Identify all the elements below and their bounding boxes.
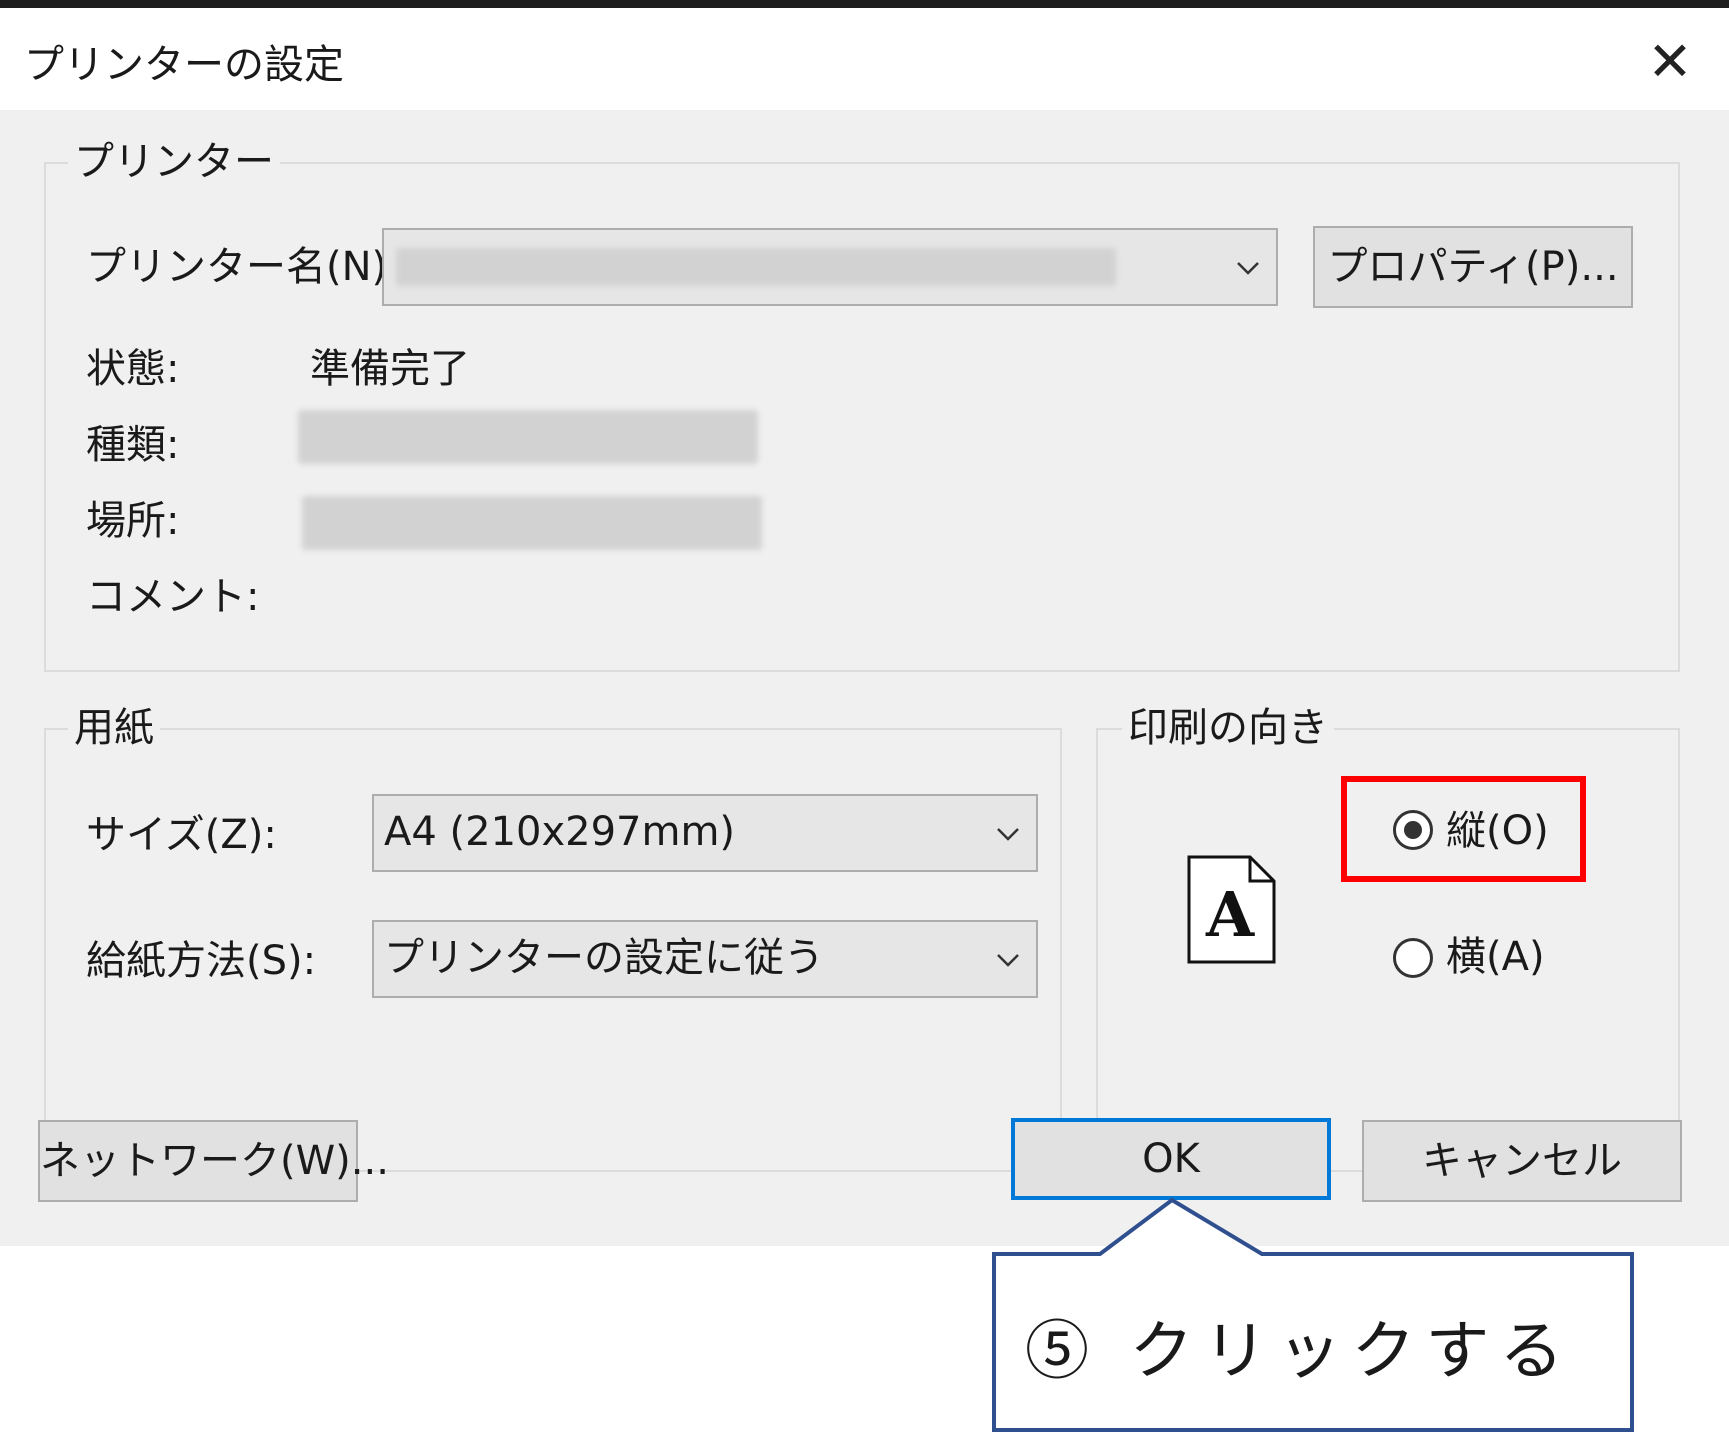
top-border xyxy=(0,0,1729,8)
chevron-down-icon xyxy=(1237,262,1259,275)
network-button[interactable]: ネットワーク(W)... xyxy=(38,1120,389,1202)
printer-group-legend: プリンター xyxy=(68,138,280,186)
type-value-redacted xyxy=(298,410,758,464)
landscape-radio[interactable] xyxy=(1393,938,1433,978)
status-value: 準備完了 xyxy=(310,346,470,392)
close-icon[interactable]: ✕ xyxy=(1630,26,1710,98)
status-label: 状態: xyxy=(86,346,180,392)
printer-name-select[interactable] xyxy=(382,228,1278,306)
paper-source-select[interactable]: プリンターの設定に従う xyxy=(372,920,1038,998)
chevron-down-icon xyxy=(997,828,1019,841)
type-label: 種類: xyxy=(86,422,180,468)
highlight-box xyxy=(1341,776,1586,882)
chevron-down-icon xyxy=(997,954,1019,967)
page-icon-letter: A xyxy=(1205,878,1255,951)
portrait-page-icon: A xyxy=(1187,855,1276,964)
title-bar: プリンターの設定 ✕ xyxy=(0,8,1729,110)
properties-button[interactable]: プロパティ(P)... xyxy=(1313,226,1633,308)
dialog-body: プリンター プリンター名(N): プロパティ(P)... 状態: 準備完了 種類… xyxy=(0,110,1729,1246)
cancel-button[interactable]: キャンセル xyxy=(1362,1120,1682,1202)
callout-text: ⑤ クリックする xyxy=(1025,1315,1574,1389)
comment-label: コメント: xyxy=(86,574,260,620)
printer-name-redacted xyxy=(396,248,1116,286)
printer-name-label: プリンター名(N): xyxy=(86,244,401,290)
size-label: サイズ(Z): xyxy=(86,812,277,858)
paper-source-value: プリンターの設定に従う xyxy=(384,935,824,981)
paper-size-select[interactable]: A4 (210x297mm) xyxy=(372,794,1038,872)
window-title: プリンターの設定 xyxy=(24,42,344,88)
landscape-label[interactable]: 横(A) xyxy=(1446,932,1545,982)
source-label: 給紙方法(S): xyxy=(86,938,317,984)
ok-button[interactable]: OK xyxy=(1011,1118,1331,1200)
orientation-group-legend: 印刷の向き xyxy=(1122,704,1334,752)
location-value-redacted xyxy=(302,496,762,550)
paper-size-value: A4 (210x297mm) xyxy=(384,809,736,855)
location-label: 場所: xyxy=(86,498,180,544)
paper-group-legend: 用紙 xyxy=(68,704,160,752)
